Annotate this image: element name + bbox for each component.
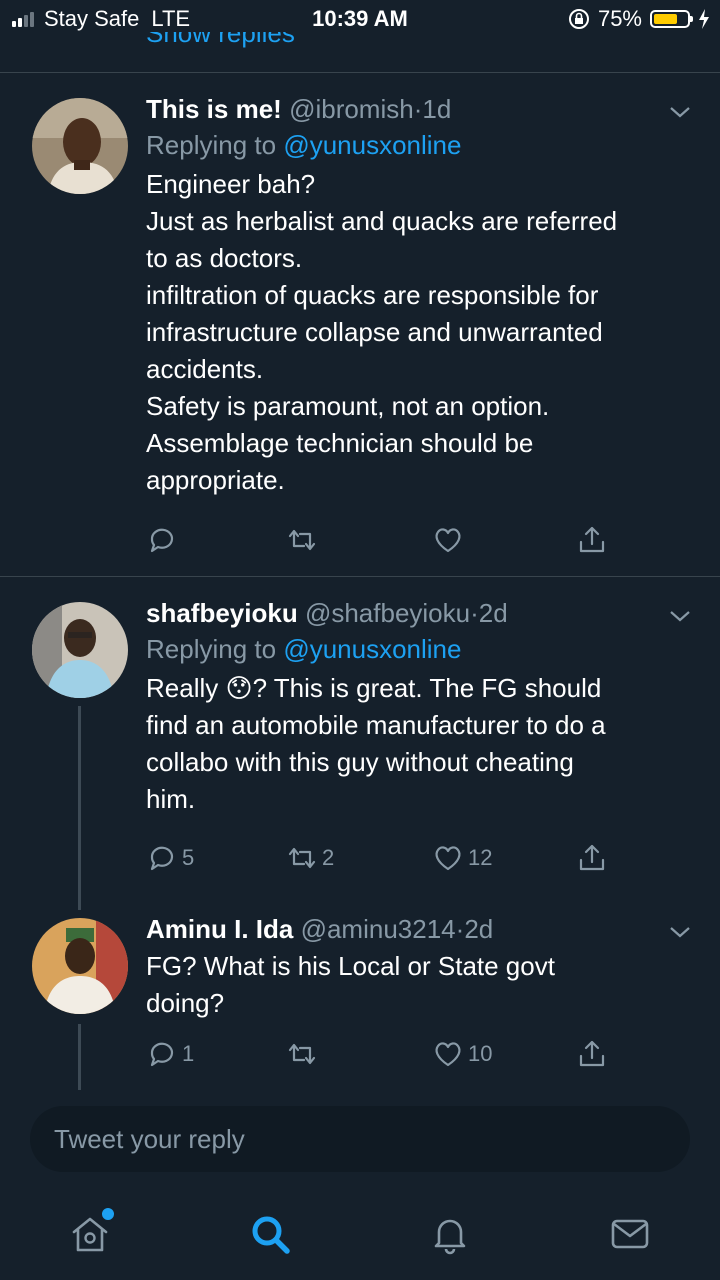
like-button[interactable]: 12	[432, 842, 492, 874]
share-icon	[579, 1040, 605, 1067]
user-handle[interactable]: @ibromish	[289, 94, 414, 124]
display-name[interactable]: shafbeyioku	[146, 598, 298, 628]
text-line: to as doctors.	[146, 243, 303, 273]
reply-composer	[0, 1090, 720, 1190]
reply-button[interactable]	[146, 524, 182, 556]
retweet-icon	[288, 1043, 316, 1065]
heart-icon	[435, 528, 461, 553]
share-button[interactable]	[576, 842, 608, 874]
text-line: Just as herbalist and quacks are referre…	[146, 206, 618, 236]
battery-percent: 75%	[597, 6, 642, 31]
text-line: collabo with this guy without cheating	[146, 747, 574, 777]
reply-icon	[150, 846, 174, 871]
tweet-header: Aminu I. Ida @aminu3214·2d	[146, 912, 680, 946]
share-button[interactable]	[576, 1038, 608, 1070]
text-line: doing?	[146, 988, 225, 1018]
replying-to: Replying to @yunusxonline	[146, 126, 680, 164]
like-button[interactable]: 10	[432, 1038, 492, 1070]
retweet-icon	[288, 529, 316, 551]
text-line: appropriate.	[146, 465, 285, 495]
replying-to: Replying to @yunusxonline	[146, 630, 680, 668]
share-icon	[579, 526, 605, 553]
text-line: Assemblage technician should be	[146, 428, 534, 458]
tweet-header: This is me! @ibromish·1d	[146, 92, 680, 126]
tab-bar	[0, 1190, 720, 1280]
replying-prefix: Replying to	[146, 634, 277, 664]
reply-count: 1	[182, 1041, 195, 1066]
reply-count: 5	[182, 845, 195, 870]
separator-dot: ·	[470, 598, 479, 628]
retweet-button[interactable]: 2	[286, 842, 334, 874]
chevron-down-icon[interactable]	[668, 100, 692, 124]
tweet[interactable]: This is me! @ibromish·1d Replying to @yu…	[0, 72, 720, 576]
reply-button[interactable]: 1	[146, 1038, 194, 1070]
tweet-header: shafbeyioku @shafbeyioku·2d	[146, 596, 680, 630]
chevron-down-icon[interactable]	[668, 920, 692, 944]
retweet-icon	[288, 847, 316, 869]
tweet-text: FG? What is his Local or State govt doin…	[146, 948, 680, 1022]
like-count: 12	[468, 845, 493, 870]
avatar[interactable]	[32, 602, 128, 698]
tweet[interactable]: shafbeyioku @shafbeyioku·2d Replying to …	[0, 576, 720, 896]
retweet-count: 2	[322, 845, 335, 870]
tweet[interactable]: Aminu I. Ida @aminu3214·2d FG? What is h…	[0, 896, 720, 1090]
search-icon	[252, 1216, 290, 1254]
tab-home[interactable]	[68, 1206, 116, 1256]
timestamp[interactable]: 1d	[422, 94, 451, 124]
replying-prefix: Replying to	[146, 130, 277, 160]
text-line: accidents.	[146, 354, 264, 384]
chevron-down-icon[interactable]	[668, 604, 692, 628]
battery-icon	[650, 10, 693, 28]
user-handle[interactable]: @aminu3214	[301, 914, 456, 944]
avatar[interactable]	[32, 98, 128, 194]
display-name[interactable]: This is me!	[146, 94, 282, 124]
timestamp[interactable]: 2d	[479, 598, 508, 628]
share-button[interactable]	[576, 524, 608, 556]
text-line: him.	[146, 784, 196, 814]
like-button[interactable]	[432, 524, 468, 556]
separator-dot: ·	[455, 914, 465, 944]
like-count: 10	[468, 1041, 493, 1066]
orientation-lock-icon	[568, 9, 589, 29]
text-line: find an automobile manufacturer to do a	[146, 710, 606, 740]
display-name[interactable]: Aminu I. Ida	[146, 914, 293, 944]
avatar[interactable]	[32, 918, 128, 1014]
reply-button[interactable]: 5	[146, 842, 194, 874]
reply-input[interactable]	[30, 1106, 690, 1172]
reply-icon	[150, 528, 174, 553]
mention-link[interactable]: @yunusxonline	[283, 634, 461, 664]
text-line: FG? What is his Local or State govt	[146, 951, 555, 981]
text-line: Really 😯? This is great. The FG should	[146, 673, 602, 703]
text-line: Engineer bah?	[146, 169, 316, 199]
retweet-button[interactable]	[286, 1038, 322, 1070]
heart-icon	[435, 846, 461, 871]
tweet-text: Engineer bah? Just as herbalist and quac…	[146, 166, 680, 499]
retweet-button[interactable]	[286, 524, 322, 556]
heart-icon	[435, 1042, 461, 1067]
user-handle[interactable]: @shafbeyioku	[305, 598, 470, 628]
new-content-dot	[100, 1206, 116, 1222]
text-line: Safety is paramount, not an option.	[146, 391, 550, 421]
text-line: infrastructure collapse and unwarranted	[146, 317, 603, 347]
tab-search[interactable]	[248, 1212, 292, 1256]
notifications-icon	[434, 1219, 466, 1255]
charging-icon	[699, 9, 709, 29]
tweet-text: Really 😯? This is great. The FG should f…	[146, 670, 680, 818]
mention-link[interactable]: @yunusxonline	[283, 130, 461, 160]
share-icon	[579, 844, 605, 871]
status-bar: Stay Safe LTE 10:39 AM 75%	[0, 0, 720, 40]
tab-messages[interactable]	[608, 1212, 652, 1256]
timestamp[interactable]: 2d	[464, 914, 493, 944]
tab-notifications[interactable]	[428, 1212, 472, 1256]
text-line: infiltration of quacks are responsible f…	[146, 280, 599, 310]
messages-icon	[611, 1219, 649, 1249]
reply-icon	[150, 1042, 174, 1067]
